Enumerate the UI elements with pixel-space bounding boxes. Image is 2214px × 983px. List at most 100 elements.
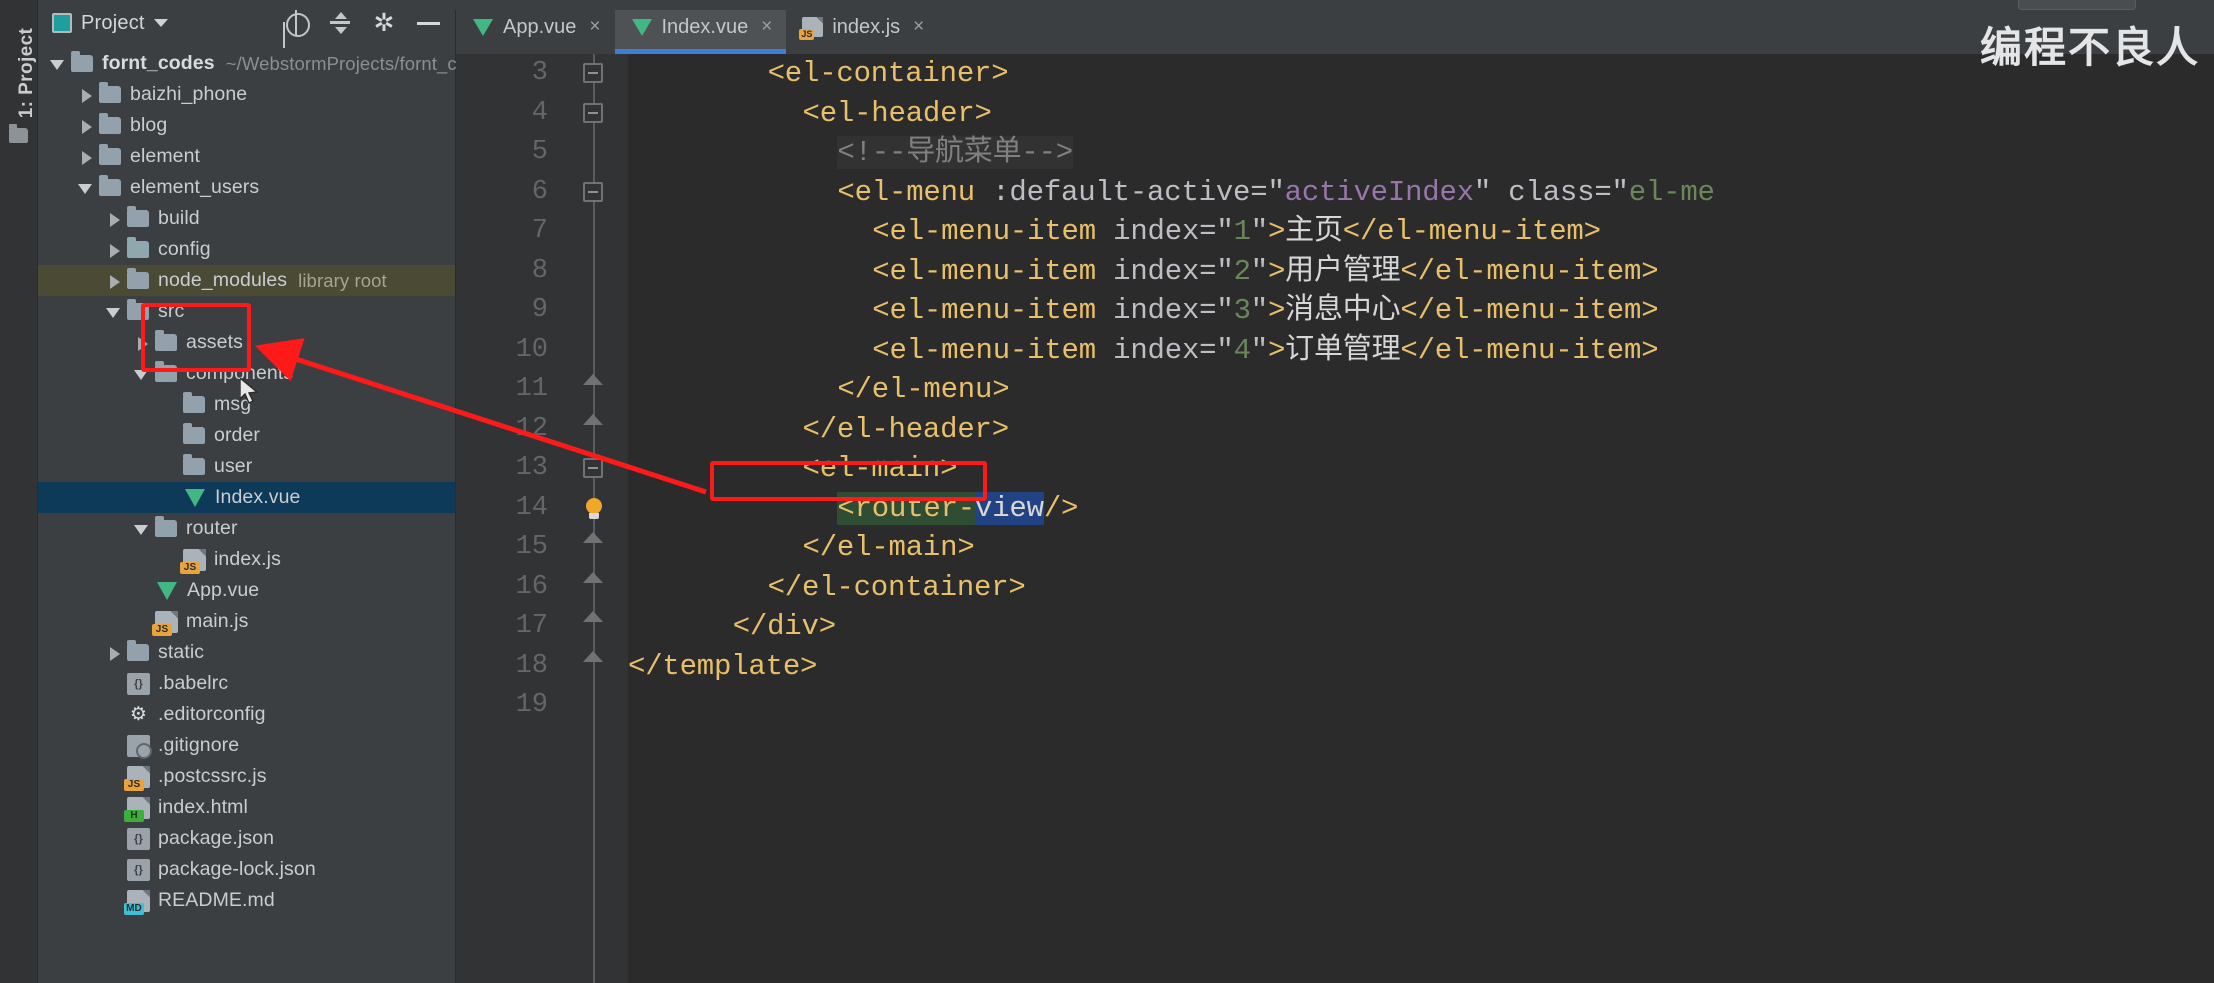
tree-twisty-down-icon[interactable] [132, 519, 152, 539]
code-line-text[interactable]: <el-header> [628, 94, 2214, 134]
tree-row-node-modules[interactable]: node_modules library root [38, 265, 455, 296]
fold-end-icon[interactable] [583, 532, 603, 543]
tree-row--gitignore[interactable]: .gitignore [38, 730, 455, 761]
tree-row--editorconfig[interactable]: ⚙ .editorconfig [38, 699, 455, 730]
fold-end-icon[interactable] [583, 571, 603, 583]
code-line[interactable]: 8 <el-menu-item index="2">用户管理</el-menu-i… [456, 252, 2214, 292]
code-line-text[interactable]: </div> [628, 607, 2214, 647]
code-line[interactable]: 12 </el-header> [456, 410, 2214, 450]
tool-window-project-label[interactable]: 1: Project [16, 18, 38, 128]
code-line[interactable]: 3 <el-container> [456, 54, 2214, 94]
tree-row-package-json[interactable]: {} package.json [38, 823, 455, 854]
locate-icon[interactable] [283, 10, 310, 37]
tree-row-order[interactable]: order [38, 420, 455, 451]
tree-row-user[interactable]: user [38, 451, 455, 482]
tree-row-readme-md[interactable]: MD README.md [38, 885, 455, 916]
tree-row-blog[interactable]: blog [38, 110, 455, 141]
tree-item-subtitle: library root [298, 269, 387, 291]
code-line[interactable]: 7 <el-menu-item index="1">主页</el-menu-ite… [456, 212, 2214, 252]
tree-row-main-js[interactable]: JS main.js [38, 606, 455, 637]
tree-twisty-right-icon[interactable] [76, 85, 96, 105]
close-icon[interactable]: × [761, 16, 772, 38]
fold-collapse-icon[interactable] [583, 181, 603, 202]
fold-collapse-icon[interactable] [583, 458, 603, 478]
code-line-text[interactable]: </el-main> [628, 528, 2214, 568]
code-line-text[interactable]: <el-container> [628, 54, 2214, 94]
intention-bulb-icon[interactable] [584, 497, 604, 522]
code-line[interactable]: 16 </el-container> [456, 568, 2214, 608]
tree-twisty-down-icon[interactable] [48, 54, 68, 74]
tree-twisty-right-icon[interactable] [104, 209, 124, 229]
tree-row-router[interactable]: router [38, 513, 455, 544]
gear-icon[interactable]: ✲ [371, 10, 397, 36]
code-line[interactable]: 18 </template> [456, 647, 2214, 687]
file-type-badge: JS [152, 623, 172, 636]
tree-row-element[interactable]: element [38, 141, 455, 172]
code-line-text[interactable]: <el-menu-item index="3">消息中心</el-menu-it… [628, 291, 2214, 331]
tree-row-element-users[interactable]: element_users [38, 172, 455, 203]
project-file-tree[interactable]: fornt_codes ~/WebstormProjects/fornt_code… [38, 46, 497, 916]
tree-twisty-right-icon[interactable] [104, 240, 124, 260]
tree-row-baizhi-phone[interactable]: baizhi_phone [38, 79, 455, 110]
fold-collapse-icon[interactable] [583, 102, 603, 123]
tree-twisty-down-icon[interactable] [76, 178, 96, 198]
tree-twisty-right-icon[interactable] [104, 271, 124, 291]
tree-row-assets[interactable]: assets [38, 327, 455, 358]
code-line[interactable]: 19 [456, 686, 2214, 726]
run-configuration-chip[interactable] [2018, 0, 2136, 10]
chevron-down-icon[interactable] [153, 19, 168, 27]
code-area[interactable]: 3 <el-container> 4 <el-header> 5 <!--导航菜单--> 6… [456, 54, 2214, 983]
code-line-text[interactable]: <el-menu-item index="1">主页</el-menu-item… [628, 212, 2214, 252]
code-line[interactable]: 14 <router-view/> [456, 489, 2214, 529]
code-line-text[interactable]: <el-main> [628, 449, 2214, 489]
code-line[interactable]: 6 <el-menu :default-active="activeIndex" … [456, 173, 2214, 213]
tree-row-config[interactable]: config [38, 234, 455, 265]
tree-row-index-html[interactable]: Hindex.html [38, 792, 455, 823]
fold-end-icon[interactable] [583, 374, 603, 385]
tree-twisty-right-icon[interactable] [104, 643, 124, 663]
code-line[interactable]: 13 <el-main> [456, 449, 2214, 489]
code-token: el-me [1628, 175, 1715, 209]
tree-twisty-right-icon[interactable] [132, 333, 152, 353]
tree-row--babelrc[interactable]: {} .babelrc [38, 668, 455, 699]
close-icon[interactable]: × [589, 16, 600, 38]
fold-end-icon[interactable] [583, 413, 603, 425]
collapse-all-icon[interactable] [327, 10, 353, 36]
tree-row--postcssrc-js[interactable]: JS .postcssrc.js [38, 761, 455, 792]
code-line[interactable]: 10 <el-menu-item index="4">订单管理</el-menu-… [456, 331, 2214, 371]
code-line-text[interactable]: </el-header> [628, 410, 2214, 450]
tree-row-package-lock-json[interactable]: {} package-lock.json [38, 854, 455, 885]
code-line-text[interactable]: <router-view/> [628, 489, 2214, 529]
code-line-text[interactable]: <el-menu :default-active="activeIndex" c… [628, 173, 2214, 213]
code-line-text[interactable]: <el-menu-item index="2">用户管理</el-menu-it… [628, 252, 2214, 292]
code-line-text[interactable]: <el-menu-item index="4">订单管理</el-menu-it… [628, 331, 2214, 371]
code-line[interactable]: 15 </el-main> [456, 528, 2214, 568]
tree-row-static[interactable]: static [38, 637, 455, 668]
code-line[interactable]: 5 <!--导航菜单--> [456, 133, 2214, 173]
folder-icon[interactable] [9, 124, 28, 143]
code-line[interactable]: 17 </div> [456, 607, 2214, 647]
tree-row-fornt-codes[interactable]: fornt_codes ~/WebstormProjects/fornt_code… [38, 48, 497, 79]
tree-twisty-down-icon[interactable] [104, 302, 124, 322]
tree-row-app-vue[interactable]: App.vue [38, 575, 455, 606]
tree-twisty-right-icon[interactable] [76, 116, 96, 136]
code-line-text[interactable]: </el-container> [628, 568, 2214, 608]
code-lines[interactable]: 3 <el-container> 4 <el-header> 5 <!--导航菜单--> 6… [456, 54, 2214, 983]
tree-row-build[interactable]: build [38, 203, 455, 234]
code-line[interactable]: 11 </el-menu> [456, 370, 2214, 410]
code-line[interactable]: 4 <el-header> [456, 94, 2214, 134]
hide-panel-icon[interactable] [415, 10, 441, 36]
fold-collapse-icon[interactable] [583, 63, 603, 83]
tree-twisty-down-icon[interactable] [132, 364, 152, 384]
close-icon[interactable]: × [913, 16, 924, 38]
code-line[interactable]: 9 <el-menu-item index="3">消息中心</el-menu-i… [456, 291, 2214, 331]
code-line-text[interactable]: <!--导航菜单--> [628, 133, 2214, 173]
code-line-text[interactable]: </el-menu> [628, 370, 2214, 410]
tree-row-index-vue[interactable]: Index.vue [38, 482, 455, 513]
fold-end-icon[interactable] [583, 611, 603, 622]
tree-row-src[interactable]: src [38, 296, 455, 327]
fold-end-icon[interactable] [583, 650, 603, 662]
code-line-text[interactable]: </template> [628, 647, 2214, 687]
tree-row-index-js[interactable]: JS index.js [38, 544, 455, 575]
tree-twisty-right-icon[interactable] [76, 147, 96, 167]
